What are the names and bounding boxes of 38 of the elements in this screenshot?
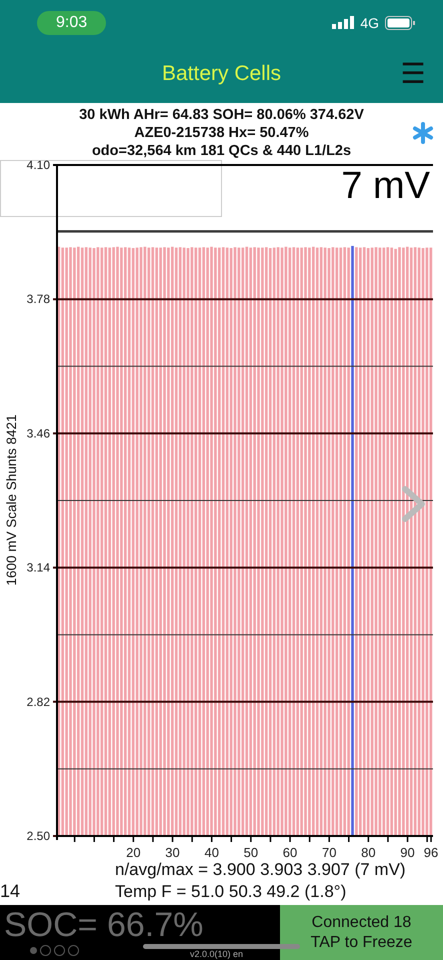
y-tick-label: 2.50 (26, 829, 50, 843)
y-tick-label: 4.10 (26, 160, 50, 172)
battery-icon (385, 16, 415, 30)
y-axis-title: 1600 mV Scale Shunts 8421 (4, 414, 19, 586)
time-fragment: 14 (0, 881, 22, 902)
screen-title: Battery Cells (160, 62, 282, 86)
soc-readout: SOC= 66.7% (4, 905, 204, 945)
x-tick-label: 50 (244, 845, 258, 860)
summary-line: AZE0-215738 Hx= 50.47% (134, 124, 309, 142)
x-tick-label: 20 (126, 845, 141, 860)
x-tick-label: 30 (165, 845, 180, 860)
voltage-stats: n/avg/max = 3.900 3.903 3.907 (7 mV) (115, 860, 406, 880)
status-time: 9:03 (37, 10, 106, 34)
page-dot[interactable] (68, 945, 79, 956)
summary-line: odo=32,564 km 181 QCs & 440 L1/L2s (92, 142, 352, 160)
asterisk-icon[interactable] (412, 122, 434, 144)
summary-line: 30 kWh AHr= 64.83 SOH= 80.06% 374.62V (79, 106, 364, 124)
page-dot[interactable] (30, 947, 37, 954)
x-tick-label: 80 (361, 845, 376, 860)
y-tick-label: 3.46 (26, 426, 50, 440)
menu-button[interactable]: ☰ (400, 60, 426, 88)
y-tick-label: 3.14 (26, 560, 50, 575)
x-tick-label: 90 (400, 845, 415, 860)
x-tick-label: 60 (282, 845, 298, 860)
x-tick-label: 40 (204, 845, 219, 860)
temperature-stats: Temp F = 51.0 50.3 49.2 (1.8°) (115, 882, 346, 902)
y-tick-label: 2.82 (26, 694, 50, 709)
page-dot[interactable] (54, 945, 65, 956)
network-type: 4G (360, 14, 379, 30)
y-tick-label: 3.78 (26, 292, 50, 306)
x-tick-label: 96 (424, 845, 438, 860)
chevron-right-icon[interactable] (400, 485, 428, 523)
connection-button[interactable]: Connected 18 TAP to Freeze (280, 905, 443, 960)
page-dot[interactable] (40, 945, 51, 956)
x-tick-label: 70 (322, 845, 336, 860)
version-label: v2.0.0(10) en (190, 949, 244, 959)
spread-value: 7 mV (341, 165, 430, 207)
signal-icon (332, 16, 354, 29)
